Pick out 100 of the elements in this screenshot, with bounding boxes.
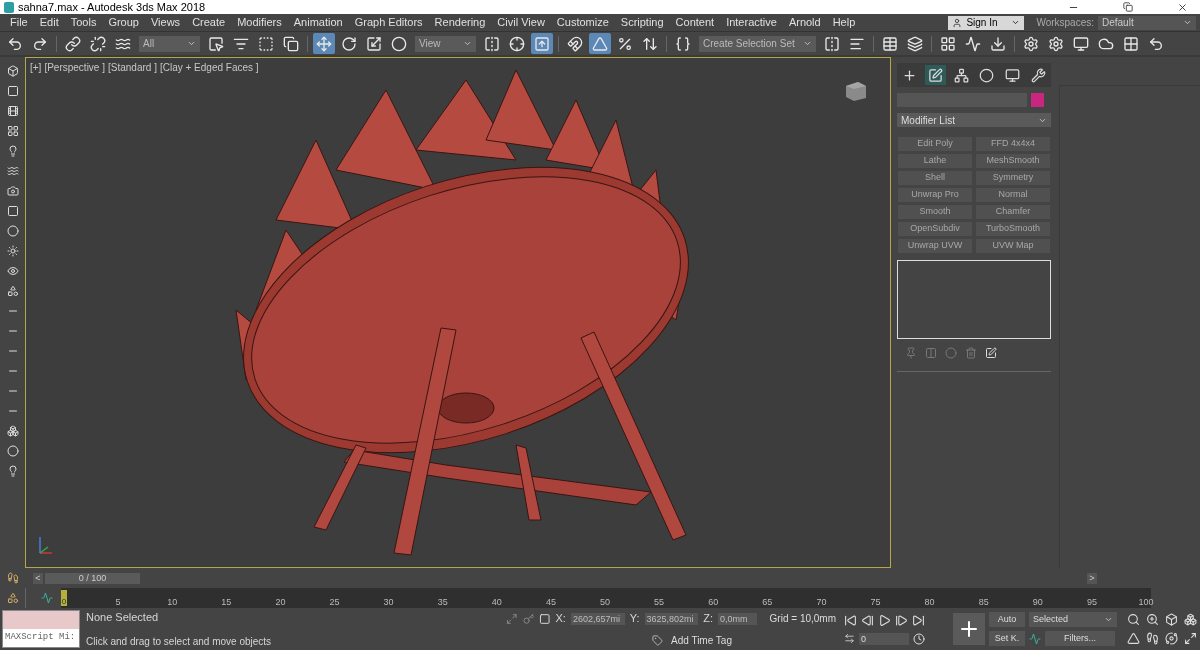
menu-item[interactable]: Interactive [720,14,783,31]
time-slider[interactable]: 0 / 100 [45,572,140,584]
layout-icon [939,35,956,52]
previous-frame-button[interactable]: < [33,572,43,584]
waves-icon[interactable] [6,165,19,177]
wrench-icon [1030,67,1046,83]
frame-number: 90 [1032,598,1043,607]
orbit-icon[interactable] [1165,632,1178,645]
circle-icon[interactable] [6,225,19,237]
toolbar-dropdown[interactable]: All [139,35,200,52]
workspaces-dropdown[interactable]: Default [1098,15,1196,30]
globe-icon[interactable] [6,445,19,457]
next-key-icon[interactable] [895,613,908,627]
menu-item[interactable]: Animation [287,14,349,31]
z-coordinate-field[interactable]: 0,0mm [718,612,757,625]
eye-icon[interactable] [6,265,19,277]
menu-item[interactable]: Edit [33,14,65,31]
previous-key-icon[interactable] [861,613,874,627]
toolbar-button[interactable] [589,33,611,54]
set-key-mode-button[interactable]: Set K. [989,631,1025,646]
cubes-icon[interactable] [1184,613,1197,626]
square-icon[interactable] [6,205,19,217]
set-key-button[interactable] [953,613,985,645]
footprints-icon[interactable] [6,572,19,584]
frame-number: 20 [275,598,286,607]
close-icon[interactable] [1177,1,1188,13]
menu-item[interactable]: Create [186,14,232,31]
toolbar-dropdown[interactable]: Create Selection Set [699,35,816,52]
square-icon[interactable] [6,85,19,97]
menu-item[interactable]: Views [144,14,187,31]
camera-icon[interactable] [6,185,19,197]
viewport-label[interactable]: [+] [30,60,42,75]
viewport-label[interactable]: [Perspective ] [44,60,105,75]
menu-item[interactable]: File [4,14,34,31]
key-filter-dropdown[interactable]: Selected [1029,612,1117,627]
bulb-icon[interactable] [6,465,19,477]
light-icon[interactable] [6,145,19,157]
box-icon[interactable] [6,65,19,77]
viewport-label[interactable]: [Standard ] [108,60,157,75]
viewport-label[interactable]: [Clay + Edged Faces ] [159,60,259,75]
go-to-end-icon[interactable] [912,613,925,627]
menu-item[interactable]: Content [669,14,721,31]
zoom-all-icon[interactable] [1146,613,1159,626]
modifier-stack[interactable] [897,260,1051,339]
tag-icon[interactable] [652,634,663,646]
shapes-icon[interactable] [6,592,19,604]
walk-icon[interactable] [1146,632,1159,645]
toolbar-button[interactable] [531,33,553,54]
key-mode-icon[interactable] [844,633,855,644]
braces-icon [675,35,691,52]
window-select-icon [283,35,299,52]
menu-item[interactable]: Graph Editors [348,14,429,31]
frame-number: 25 [329,598,340,607]
grid-icon[interactable] [6,125,19,137]
boxes-icon[interactable] [6,425,19,437]
go-to-start-icon[interactable] [844,613,857,627]
sign-in-dropdown[interactable]: Sign In [948,15,1025,30]
timeline-ruler[interactable]: 0 5 10 15 20 25 30 35 40 45 50 55 60 65 70 75 80 85 90 95 100 [61,588,1151,608]
caret-icon [187,39,196,48]
toolbar-button[interactable] [313,33,335,54]
next-frame-button[interactable]: > [1087,572,1097,584]
maximize-icon[interactable] [1184,632,1197,645]
restore-icon[interactable] [1123,2,1133,12]
toolbar-dropdown[interactable]: View [415,35,476,52]
y-coordinate-field[interactable]: 3625,802mi [644,612,699,625]
shapes-icon[interactable] [6,285,19,297]
auto-key-button[interactable]: Auto [989,612,1025,627]
sun-icon[interactable] [6,245,19,257]
menu-item[interactable]: Arnold [782,14,827,31]
absolute-mode-icon[interactable] [539,612,551,625]
menu-item[interactable]: Group [102,14,145,31]
tangent-icon[interactable] [1029,632,1041,645]
object-color-swatch[interactable] [1031,93,1044,107]
maxscript-input[interactable]: MAXScript Mi: [3,629,79,647]
add-time-tag[interactable]: Add Time Tag [671,632,732,648]
menu-item[interactable]: Help [826,14,862,31]
play-icon[interactable] [878,613,891,627]
film-icon[interactable] [6,105,19,117]
modifier-list-dropdown[interactable]: Modifier List [897,113,1051,127]
menu-item[interactable]: Scripting [614,14,670,31]
cube-icon[interactable] [1165,613,1178,626]
frame-marker[interactable]: 0 [61,590,67,606]
viewcube-icon[interactable] [846,82,866,101]
viewport[interactable]: [+] [Perspective ] [Standard ] [Clay + Edged Faces ] [25,57,891,568]
x-coordinate-field[interactable]: 2602,657mi [570,612,625,625]
circle-icon [979,67,995,83]
frame-number: 60 [708,598,719,607]
configure-icon[interactable] [985,347,997,359]
time-config-icon[interactable] [913,632,925,645]
menu-item[interactable]: Civil View [491,14,551,31]
current-frame-field[interactable]: 0 [859,632,909,645]
filters-button[interactable]: Filters... [1045,631,1115,646]
menu-item[interactable]: Modifiers [231,14,288,31]
zoom-icon[interactable] [1127,613,1140,626]
hierarchy-icon [953,67,969,83]
command-panel-tab[interactable] [924,65,947,85]
menu-item[interactable]: Rendering [428,14,492,31]
menu-item[interactable]: Tools [64,14,103,31]
menu-item[interactable]: Customize [550,14,615,31]
curve-editor-icon[interactable] [41,592,53,604]
